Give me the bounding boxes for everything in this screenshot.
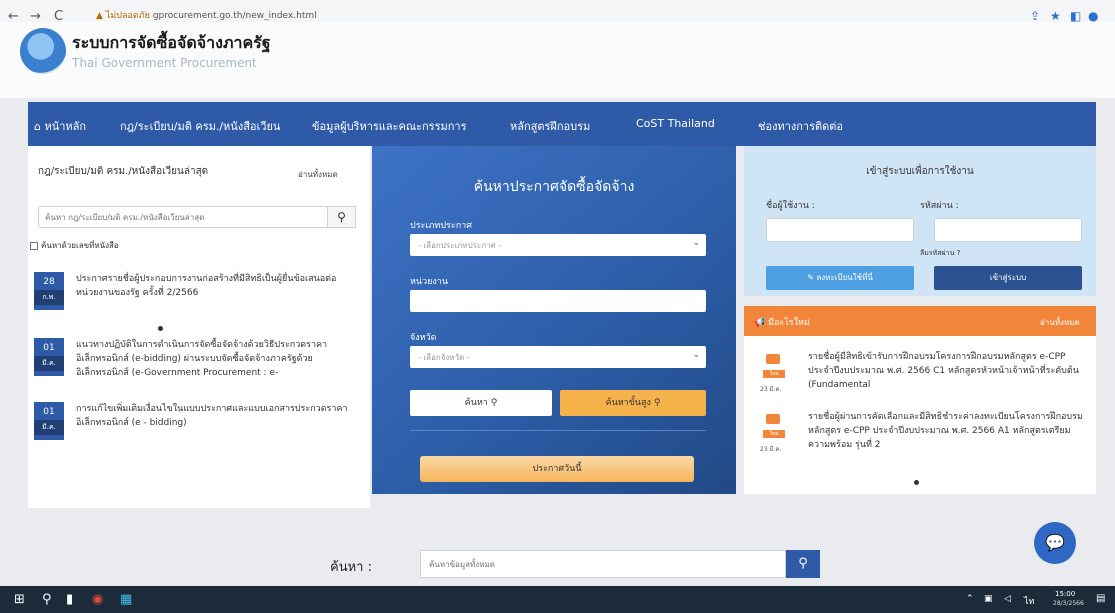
url-text: gprocurement.go.th/new_index.html [152, 11, 317, 21]
app-icon[interactable]: ▦ [120, 592, 132, 607]
news-search-input[interactable] [38, 206, 328, 228]
clock-date[interactable]: 28/3/2566 [1053, 600, 1084, 607]
address-bar[interactable]: ▲ ไม่ปลอดภัย gprocurement.go.th/new_inde… [96, 8, 317, 22]
agency-input[interactable] [410, 290, 706, 312]
news-item[interactable]: 28 ก.พ. ประกาศรายชื่อผู้ประกอบการงานก่อส… [34, 272, 364, 322]
whats-new-read-all-link[interactable]: อ่านทั้งหมด [1040, 316, 1080, 329]
update-text: รายชื่อผู้ผ่านการคัดเลือกและมีสิทธิชำระค… [808, 412, 1083, 450]
password-label: รหัสผ่าน : [920, 201, 959, 211]
security-warning: ▲ ไม่ปลอดภัย [96, 11, 150, 21]
procurement-search-panel: ค้นหาประกาศจัดซื้อจัดจ้าง ประเภทประกาศ -… [372, 146, 736, 494]
search-icon[interactable]: ⚲ [42, 592, 52, 607]
register-button[interactable]: ✎ ลงทะเบียนใช้ที่นี่ [766, 266, 914, 290]
share-icon[interactable]: ⇪ [1030, 9, 1040, 23]
search-panel-title: ค้นหาประกาศจัดซื้อจัดจ้าง [473, 179, 635, 195]
nav-executives[interactable]: ข้อมูลผู้บริหารและคณะกรรมการ [312, 117, 466, 135]
forgot-password-link[interactable]: ลืมรหัสผ่าน ? [920, 248, 960, 259]
global-search-button[interactable]: ⚲ [786, 550, 820, 578]
profile-icon[interactable]: ● [1088, 9, 1098, 23]
type-select[interactable]: - เลือกประเภทประกาศ - ⌄ [410, 234, 706, 256]
news-date-badge: 01 มี.ค. [34, 338, 64, 376]
bookmark-star-icon[interactable]: ★ [1050, 9, 1061, 23]
update-text: รายชื่อผู้มีสิทธิเข้ารับการฝึกอบรมโครงกา… [808, 352, 1079, 390]
home-icon: ⌂ [34, 120, 45, 133]
login-title: เข้าสู่ระบบเพื่อการใช้งาน [866, 166, 974, 177]
news-date-badge: 28 ก.พ. [34, 272, 64, 310]
search-by-number-checkbox[interactable]: ค้นหาด้วยเลขที่หนังสือ [30, 239, 119, 252]
news-search-button[interactable]: ⚲ [328, 206, 356, 228]
chat-button[interactable]: 💬 [1034, 522, 1076, 564]
volume-icon[interactable]: ◁ [1004, 594, 1011, 604]
site-subtitle: Thai Government Procurement [72, 56, 257, 70]
news-item-text: ประกาศรายชื่อผู้ประกอบการงานก่อสร้างที่ม… [76, 274, 337, 298]
global-search-label: ค้นหา : [330, 560, 372, 575]
document-icon [766, 354, 780, 364]
news-read-all-link[interactable]: อ่านทั้งหมด [298, 168, 338, 181]
windows-taskbar: ⊞ ⚲ ▮ ◉ ▦ ⌃ ▣ ◁ ไท 15:00 28/3/2566 ▤ [0, 586, 1115, 613]
megaphone-icon: 📢 [754, 318, 769, 328]
file-explorer-icon[interactable]: ▮ [66, 592, 73, 607]
global-search-input[interactable] [420, 550, 786, 578]
chevron-down-icon: ⌄ [692, 350, 700, 360]
network-icon[interactable]: ▣ [984, 594, 993, 604]
site-title: ระบบการจัดซื้อจัดจ้างภาครัฐ [72, 33, 271, 52]
login-panel: เข้าสู่ระบบเพื่อการใช้งาน ชื่อผู้ใช้งาน … [744, 146, 1096, 296]
update-item[interactable]: ใหม่ 23 มี.ค. รายชื่อผู้มีสิทธิเข้ารับกา… [744, 350, 1096, 410]
site-logo[interactable] [20, 28, 66, 74]
chevron-down-icon: ⌄ [692, 238, 700, 248]
document-icon [766, 414, 780, 424]
whats-new-label: 📢 มีอะไรใหม่ [754, 318, 810, 328]
advanced-search-button[interactable]: ค้นหาขั้นสูง ⚲ [560, 390, 706, 416]
username-label: ชื่อผู้ใช้งาน : [766, 201, 815, 211]
username-input[interactable] [766, 218, 914, 242]
nav-home[interactable]: ⌂ หน้าหลัก [34, 117, 86, 135]
search-button[interactable]: ค้นหา ⚲ [410, 390, 552, 416]
news-panel: กฎ/ระเบียบ/มติ ครม./หนังสือเวียนล่าสุด อ… [28, 146, 370, 508]
main-nav: ⌂ หน้าหลัก กฎ/ระเบียบ/มติ ครม./หนังสือเว… [28, 102, 1096, 146]
update-date: 23 มี.ค. [760, 446, 782, 453]
sidebar-icon[interactable]: ◧ [1070, 9, 1081, 23]
search-icon: ⚲ [653, 398, 661, 408]
chat-icon: 💬 [1045, 533, 1065, 552]
nav-cost-thailand[interactable]: CoST Thailand [636, 117, 715, 130]
carousel-dot[interactable] [158, 326, 163, 331]
update-item[interactable]: ใหม่ 23 มี.ค. รายชื่อผู้ผ่านการคัดเลือกแ… [744, 410, 1096, 470]
new-badge: ใหม่ [763, 370, 785, 378]
tray-arrow-icon[interactable]: ⌃ [966, 594, 974, 604]
agency-label: หน่วยงาน [410, 277, 449, 287]
nav-contact[interactable]: ช่องทางการติดต่อ [758, 117, 843, 135]
new-badge: ใหม่ [763, 430, 785, 438]
login-button[interactable]: เข้าสู่ระบบ [934, 266, 1082, 290]
news-heading: กฎ/ระเบียบ/มติ ครม./หนังสือเวียนล่าสุด [38, 166, 209, 177]
checkbox-icon [30, 241, 38, 250]
search-icon: ⚲ [798, 556, 808, 571]
whats-new-panel: ใหม่ 23 มี.ค. รายชื่อผู้มีสิทธิเข้ารับกา… [744, 336, 1096, 494]
update-date: 23 มี.ค. [760, 386, 782, 393]
news-item[interactable]: 01 มี.ค. การแก้ไขเพิ่มเติมเงื่อนไขในแบบป… [34, 402, 364, 452]
divider [410, 430, 706, 431]
nav-training[interactable]: หลักสูตรฝึกอบรม [510, 117, 590, 135]
today-announcements-button[interactable]: ประกาศวันนี้ [420, 456, 694, 482]
news-item-text: การแก้ไขเพิ่มเติมเงื่อนไขในแบบประกาศและแ… [76, 404, 348, 428]
windows-start-icon[interactable]: ⊞ [14, 592, 25, 607]
nav-regulations[interactable]: กฎ/ระเบียบ/มติ ครม./หนังสือเวียน [120, 117, 280, 135]
chrome-icon[interactable]: ◉ [92, 592, 103, 607]
news-item-text: แนวทางปฏิบัติในการดำเนินการจัดซื้อจัดจ้า… [76, 340, 328, 378]
news-item[interactable]: 01 มี.ค. แนวทางปฏิบัติในการดำเนินการจัดซ… [34, 338, 364, 388]
search-icon: ⚲ [490, 398, 498, 408]
province-label: จังหวัด [410, 333, 437, 343]
whats-new-header: 📢 มีอะไรใหม่ อ่านทั้งหมด [744, 306, 1096, 336]
language-icon[interactable]: ไท [1024, 594, 1034, 608]
province-select[interactable]: - เลือกจังหวัด - ⌄ [410, 346, 706, 368]
notification-icon[interactable]: ▤ [1096, 593, 1105, 604]
search-icon: ⚲ [337, 210, 346, 224]
type-label: ประเภทประกาศ [410, 221, 472, 231]
news-date-badge: 01 มี.ค. [34, 402, 64, 440]
clock-time[interactable]: 15:00 [1055, 589, 1075, 599]
password-input[interactable] [934, 218, 1082, 242]
carousel-dot[interactable] [914, 480, 919, 485]
